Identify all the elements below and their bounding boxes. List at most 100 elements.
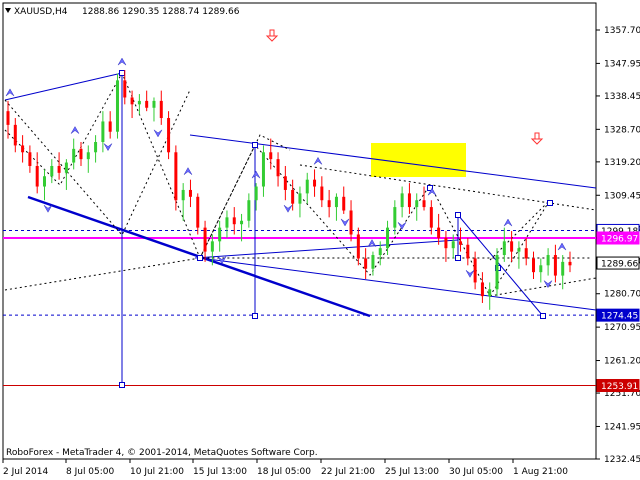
candle-body — [123, 80, 127, 98]
candle-body — [349, 210, 353, 235]
candle-body — [451, 241, 455, 249]
candle-body — [386, 227, 390, 249]
candle-body — [137, 100, 141, 105]
candle-body — [356, 234, 360, 259]
wave-path-3 — [199, 134, 291, 259]
anchor-point[interactable] — [252, 313, 258, 319]
candle-body — [225, 217, 229, 228]
lower-channel-line — [199, 257, 597, 311]
candle-body — [334, 196, 338, 208]
anchor-point[interactable] — [547, 200, 553, 206]
fractal-up-icon — [313, 156, 323, 165]
anchor-point[interactable] — [455, 255, 461, 261]
chart-window: 1357.70 1347.95 1338.45 1328.70 1319.20 1309.… — [0, 0, 640, 480]
candle-body — [240, 220, 244, 225]
candle-body — [174, 152, 178, 201]
anchor-point[interactable] — [455, 212, 461, 218]
candle-body — [320, 186, 324, 201]
candle-body — [568, 261, 572, 266]
y-tick-label: 1357.70 — [604, 26, 640, 36]
x-tick-label: 1 Aug 21:00 — [513, 467, 568, 477]
candle-body — [429, 207, 433, 228]
y-tick-label: 1328.70 — [604, 125, 640, 135]
fractal-up-icon — [503, 218, 513, 227]
candle-body — [210, 241, 214, 252]
candle-body — [64, 162, 68, 173]
candle-body — [108, 121, 112, 132]
candle-body — [415, 200, 419, 208]
anchor-point[interactable] — [197, 255, 203, 261]
x-tick-label: 2 Jul 2014 — [3, 467, 48, 477]
candle-body — [291, 189, 295, 204]
upper-channel-line-left — [4, 72, 123, 101]
candle-body — [327, 200, 331, 208]
y-tick-label: 1309.45 — [604, 191, 640, 201]
candle-body — [444, 237, 448, 249]
candle-body — [459, 241, 463, 245]
anchor-point[interactable] — [119, 382, 125, 388]
y-tick-label: 1241.95 — [604, 422, 640, 432]
anchor-point[interactable] — [540, 313, 546, 319]
symbol-label: XAUUSD,H4 — [14, 7, 68, 17]
candle-body — [400, 193, 404, 208]
x-tick-label: 10 Jul 21:00 — [130, 467, 184, 477]
x-tick-label: 30 Jul 05:00 — [449, 467, 503, 477]
candle-body — [407, 193, 411, 208]
candle-body — [6, 111, 10, 125]
candle-body — [539, 265, 543, 273]
y-tick-label: 1280.70 — [604, 290, 640, 300]
price-tag-label: 1274.45 — [601, 312, 638, 322]
candle-body — [276, 159, 280, 177]
candle-body — [532, 258, 536, 273]
arrow-down-icon — [530, 132, 544, 145]
candle-body — [13, 124, 17, 146]
candle-body — [50, 165, 54, 177]
fractal-down-icon — [340, 218, 350, 227]
candle-body — [21, 145, 25, 153]
plot-frame — [2, 2, 597, 460]
trend-lines — [4, 70, 597, 388]
price-tag-label: 1289.66 — [601, 260, 638, 270]
candle-body — [115, 80, 119, 132]
fractal-up-icon — [70, 126, 80, 134]
candle-body — [305, 179, 309, 194]
chart-menu-triangle-icon[interactable] — [5, 8, 11, 13]
candle-body — [145, 100, 149, 108]
y-tick-label: 1338.45 — [604, 92, 640, 102]
price-axis: 1357.70 1347.95 1338.45 1328.70 1319.20 1309.… — [596, 26, 640, 465]
candle-body — [378, 248, 382, 256]
x-tick-label: 8 Jul 05:00 — [66, 467, 115, 477]
candle-body — [437, 227, 441, 238]
candle-body — [196, 196, 200, 228]
anchor-point[interactable] — [252, 142, 258, 148]
wave-path-4 — [4, 257, 590, 291]
candle-body — [86, 152, 90, 160]
candle-body — [57, 165, 61, 173]
candle-body — [101, 121, 105, 143]
candle-body — [72, 148, 76, 163]
y-tick-label: 1347.95 — [604, 59, 640, 69]
price-chart[interactable]: 1357.70 1347.95 1338.45 1328.70 1319.20 1309.… — [0, 0, 640, 480]
price-tag-label: 1253.91 — [601, 382, 638, 392]
candle-body — [342, 196, 346, 211]
candle-body — [159, 100, 163, 119]
price-tag-label: 1296.97 — [601, 235, 638, 245]
time-axis: 2 Jul 2014 8 Jul 05:00 10 Jul 21:00 15 Jul … — [2, 459, 568, 477]
ohlc-values: 1288.86 1290.35 1288.74 1289.66 — [82, 7, 240, 17]
candle-body — [466, 244, 470, 259]
candle-body — [480, 282, 484, 297]
wave-path-6 — [489, 277, 597, 297]
candle-body — [232, 217, 236, 225]
candle-body — [167, 118, 171, 153]
fractal-up-icon — [251, 170, 261, 179]
candle-body — [247, 200, 251, 221]
candle-body — [364, 258, 368, 269]
price-tags: 1299.181296.971289.661274.451253.91 — [596, 223, 640, 392]
candle-body — [28, 152, 32, 166]
candle-body — [561, 261, 565, 276]
fractal-down-icon — [397, 222, 407, 230]
candle-body — [152, 100, 156, 108]
anchor-point[interactable] — [119, 70, 125, 76]
candle-body — [79, 148, 83, 160]
x-tick-label: 25 Jul 13:00 — [385, 467, 439, 477]
